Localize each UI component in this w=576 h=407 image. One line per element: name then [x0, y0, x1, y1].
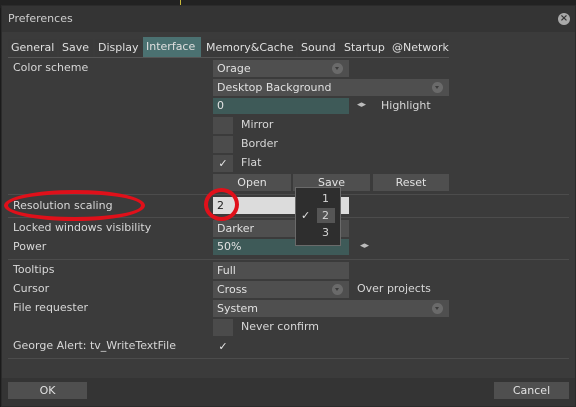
checkmark-icon: ✓	[301, 209, 311, 222]
tab-save[interactable]: Save	[59, 39, 93, 57]
tooltips-dropdown[interactable]: Full	[213, 262, 349, 279]
tab-display[interactable]: Display	[95, 39, 144, 57]
power-label: Power	[13, 240, 47, 253]
separator	[8, 358, 569, 359]
mirror-checkbox[interactable]	[213, 117, 233, 134]
tab-startup[interactable]: Startup	[341, 39, 392, 57]
chevron-down-icon	[332, 284, 343, 295]
locked-windows-value: Darker	[217, 222, 255, 235]
locked-windows-label: Locked windows visibility	[13, 221, 152, 234]
tab-general[interactable]: General	[8, 39, 57, 57]
file-requester-label: File requester	[13, 301, 89, 314]
highlight-label: Highlight	[381, 99, 431, 112]
border-checkbox[interactable]	[213, 136, 233, 153]
ok-button[interactable]: OK	[8, 382, 87, 399]
file-requester-value: System	[217, 302, 259, 315]
spinner-arrows-icon[interactable]: ◂▸	[360, 241, 369, 251]
over-projects-label: Over projects	[357, 282, 431, 295]
option-label: 3	[322, 226, 329, 239]
cursor-label: Cursor	[13, 282, 50, 295]
flat-checkbox[interactable]: ✓	[213, 155, 233, 172]
background-dropdown[interactable]: Desktop Background	[213, 79, 449, 96]
george-alert-label: George Alert: tv_WriteTextFile	[13, 339, 177, 352]
preferences-window: Preferences × General Save Display Inter…	[1, 5, 576, 407]
mirror-label: Mirror	[241, 118, 274, 131]
border-label: Border	[241, 137, 278, 150]
tab-sound[interactable]: Sound	[298, 39, 342, 57]
george-alert-checkbox[interactable]: ✓	[213, 338, 233, 355]
cursor-dropdown[interactable]: Cross	[213, 281, 349, 298]
footer-bar: OK Cancel	[2, 378, 575, 406]
annotation-ellipse	[4, 190, 145, 221]
resolution-option-3[interactable]: 3	[296, 224, 340, 241]
tooltips-label: Tooltips	[13, 263, 55, 276]
tooltips-value: Full	[217, 264, 236, 277]
file-requester-dropdown[interactable]: System	[213, 300, 449, 317]
chevron-down-icon	[432, 303, 443, 314]
tab-network[interactable]: @Network	[389, 39, 449, 57]
option-label: 2	[322, 209, 329, 222]
chevron-down-icon	[432, 82, 443, 93]
spinner-arrows-icon[interactable]: ◂▸	[357, 100, 366, 110]
close-icon[interactable]: ×	[558, 13, 570, 25]
separator	[8, 259, 569, 260]
resolution-option-2[interactable]: ✓ 2	[296, 207, 340, 224]
never-confirm-label: Never confirm	[241, 320, 320, 333]
color-scheme-label: Color scheme	[13, 61, 89, 74]
highlight-field[interactable]: 0	[213, 98, 349, 114]
tab-memory-cache[interactable]: Memory&Cache	[203, 39, 296, 57]
window-title: Preferences	[8, 12, 73, 25]
cancel-button[interactable]: Cancel	[494, 382, 569, 399]
title-bar[interactable]: Preferences ×	[2, 6, 575, 32]
resolution-scaling-popup: 1 ✓ 2 3	[295, 187, 341, 246]
color-scheme-value: Orage	[217, 62, 251, 75]
never-confirm-checkbox[interactable]	[213, 319, 233, 336]
option-label: 1	[322, 192, 329, 205]
background-value: Desktop Background	[217, 81, 332, 94]
color-scheme-dropdown[interactable]: Orage	[213, 60, 349, 77]
resolution-option-1[interactable]: 1	[296, 190, 340, 207]
reset-button[interactable]: Reset	[373, 174, 449, 191]
chevron-down-icon	[332, 63, 343, 74]
annotation-circle	[204, 188, 239, 221]
flat-label: Flat	[241, 156, 262, 169]
tab-interface[interactable]: Interface	[143, 37, 201, 57]
cursor-value: Cross	[217, 283, 248, 296]
tab-underline	[8, 57, 449, 58]
